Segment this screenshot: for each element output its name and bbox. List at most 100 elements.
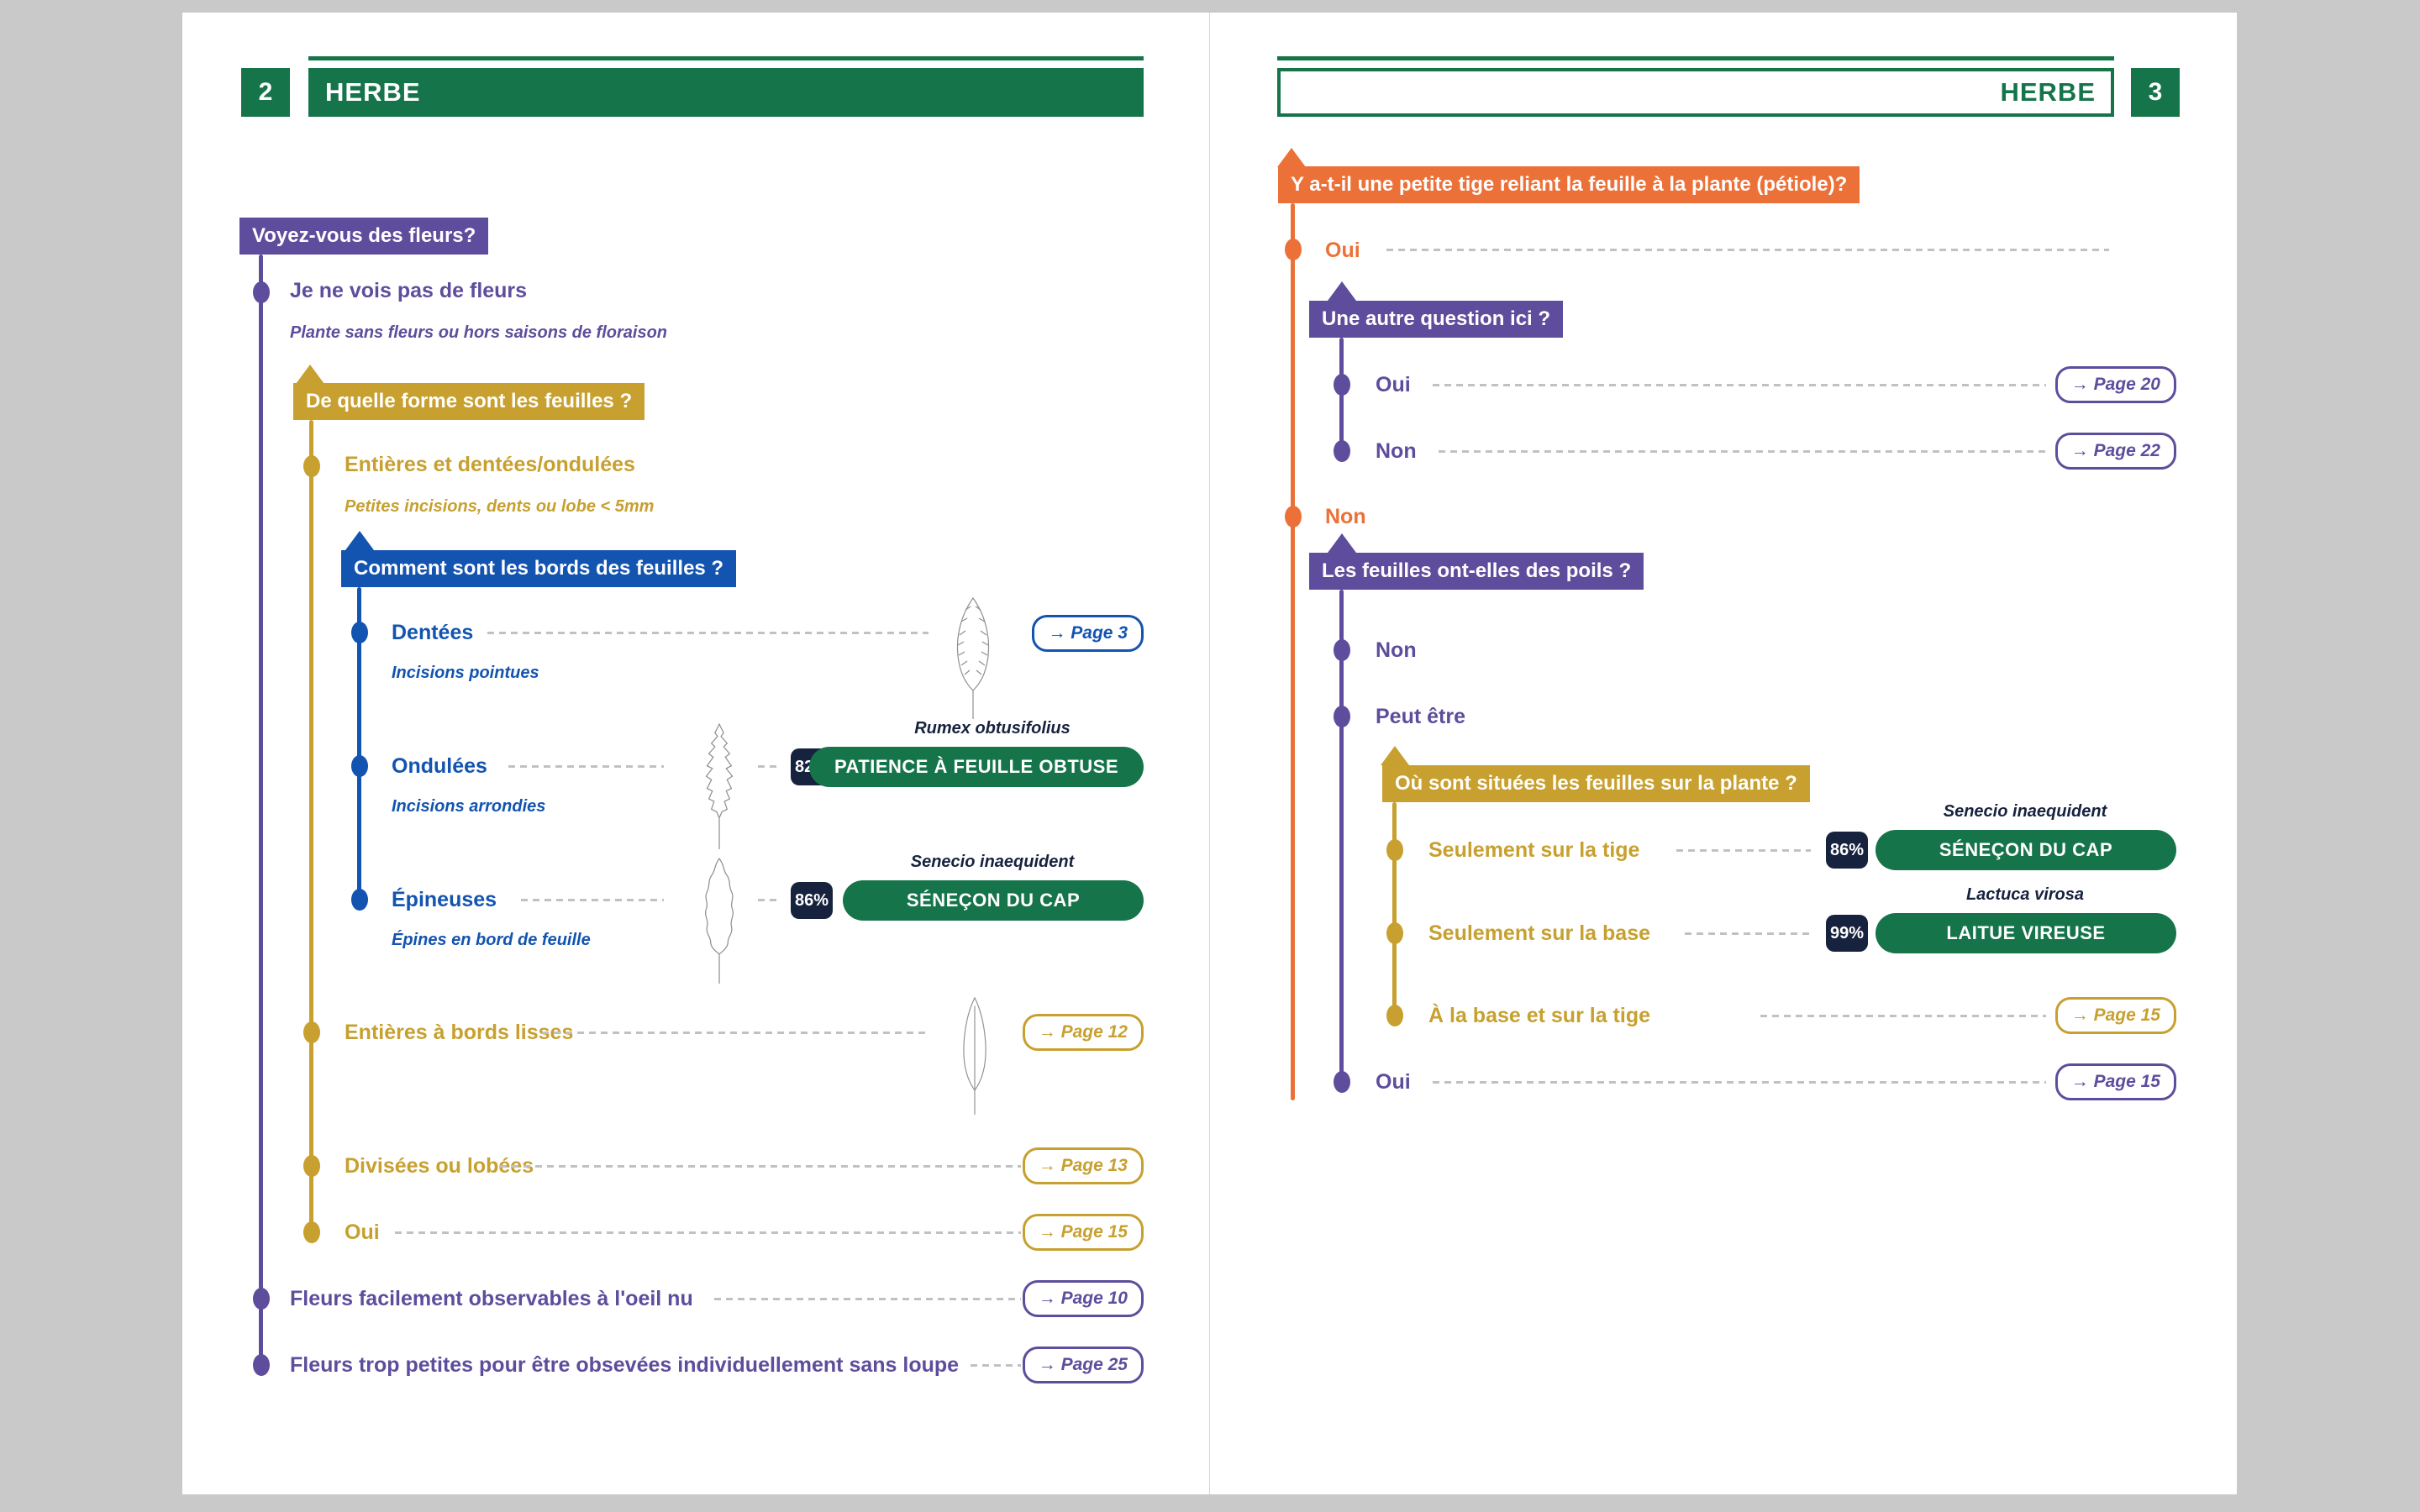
node-bullet <box>1285 239 1302 260</box>
page-ref-badge[interactable]: → Page 20 <box>2055 366 2176 403</box>
left-header-title: HERBE <box>325 77 421 108</box>
branch-line-gold-right <box>1392 802 1397 1016</box>
species-result-pill: PATIENCE À FEUILLE OBTUSE <box>809 747 1144 787</box>
dotted-connector <box>758 765 780 768</box>
node-bullet <box>303 1221 320 1243</box>
node-label: Oui <box>1376 372 1411 397</box>
node-bullet <box>253 1288 270 1310</box>
dotted-connector <box>714 1298 1021 1300</box>
node-bullet <box>1285 506 1302 528</box>
node-label: Non <box>1325 504 1366 529</box>
right-header-title: HERBE <box>2000 77 2096 108</box>
node-subtitle: Incisions arrondies <box>392 797 545 816</box>
question-petiole: Y a-t-il une petite tige reliant la feui… <box>1278 166 1860 203</box>
dotted-connector <box>1760 1015 2046 1017</box>
right-header-rule <box>1277 56 2114 60</box>
leaf-smooth-icon <box>948 995 1002 1116</box>
dotted-connector <box>487 632 929 634</box>
node-subtitle: Épines en bord de feuille <box>392 931 591 950</box>
node-bullet <box>351 622 368 643</box>
species-latin-name: Senecio inaequident <box>841 853 1144 872</box>
left-page-number: 2 <box>241 68 290 117</box>
node-bullet <box>1334 440 1350 462</box>
left-header-rule <box>308 56 1144 60</box>
dotted-connector <box>1386 249 2109 251</box>
dotted-connector <box>500 1165 1021 1168</box>
node-label: Non <box>1376 638 1417 663</box>
question-pointer <box>296 365 324 384</box>
node-label: Non <box>1376 438 1417 464</box>
match-percent-badge: 86% <box>791 882 833 919</box>
dotted-connector <box>508 765 664 768</box>
dotted-connector <box>1676 849 1811 852</box>
dotted-connector <box>1439 450 2046 453</box>
leaf-wavy-icon <box>689 721 750 851</box>
branch-line-purple-left <box>259 255 263 1365</box>
page-ref-badge[interactable]: → Page 25 <box>1023 1347 1144 1383</box>
question-pointer <box>1328 533 1356 553</box>
question-forme-feuilles: De quelle forme sont les feuilles ? <box>293 383 644 420</box>
species-latin-name: Senecio inaequident <box>1874 802 2176 822</box>
question-ou-feuilles: Où sont situées les feuilles sur la plan… <box>1382 765 1810 802</box>
branch-line-orange-right <box>1291 203 1295 1100</box>
species-result-pill: LAITUE VIREUSE <box>1876 913 2176 953</box>
node-label: Fleurs trop petites pour être obsevées i… <box>290 1352 959 1378</box>
node-bullet <box>351 755 368 777</box>
page-ref-badge[interactable]: → Page 12 <box>1023 1014 1144 1051</box>
match-percent-badge: 99% <box>1826 915 1868 952</box>
node-label: À la base et sur la tige <box>1428 1003 1650 1028</box>
species-result-pill: SÉNEÇON DU CAP <box>843 880 1144 921</box>
node-label: Peut être <box>1376 704 1465 729</box>
node-label: Ondulées <box>392 753 487 779</box>
leaf-serrated-icon <box>943 595 1003 721</box>
node-subtitle: Petites incisions, dents ou lobe < 5mm <box>345 497 654 517</box>
species-latin-name: Lactuca virosa <box>1874 885 2176 905</box>
page-ref-badge[interactable]: → Page 15 <box>1023 1214 1144 1251</box>
dotted-connector <box>758 899 780 901</box>
page-ref-badge[interactable]: → Page 15 <box>2055 1063 2176 1100</box>
species-result-pill: SÉNEÇON DU CAP <box>1876 830 2176 870</box>
question-voyez-fleurs: Voyez-vous des fleurs? <box>239 218 488 255</box>
node-label: Oui <box>1376 1069 1411 1095</box>
dotted-connector <box>1433 384 2046 386</box>
question-pointer <box>345 531 374 550</box>
node-label: Dentées <box>392 620 473 645</box>
node-label: Entières à bords lisses <box>345 1020 573 1045</box>
page-ref-badge[interactable]: → Page 22 <box>2055 433 2176 470</box>
node-label: Seulement sur la base <box>1428 921 1650 946</box>
branch-line-gold-left <box>309 420 313 1232</box>
node-bullet <box>1334 639 1350 661</box>
node-bullet <box>303 1155 320 1177</box>
page-ref-badge[interactable]: → Page 13 <box>1023 1147 1144 1184</box>
species-latin-name: Rumex obtusifolius <box>841 719 1144 738</box>
node-bullet <box>303 1021 320 1043</box>
question-pointer <box>1328 281 1356 301</box>
question-poils: Les feuilles ont-elles des poils ? <box>1309 553 1644 590</box>
node-label: Épineuses <box>392 887 497 912</box>
node-label: Oui <box>345 1220 380 1245</box>
node-bullet <box>351 889 368 911</box>
node-bullet <box>1386 839 1403 861</box>
node-bullet <box>253 281 270 303</box>
question-autre: Une autre question ici ? <box>1309 301 1563 338</box>
left-header-bar: HERBE <box>308 68 1144 117</box>
dotted-connector <box>542 1032 929 1034</box>
node-subtitle: Incisions pointues <box>392 664 539 683</box>
dotted-connector <box>971 1364 1021 1367</box>
page-ref-badge[interactable]: → Page 3 <box>1032 615 1144 652</box>
node-bullet <box>303 455 320 477</box>
question-pointer <box>1277 148 1306 167</box>
dotted-connector <box>521 899 664 901</box>
node-bullet <box>1334 706 1350 727</box>
node-label: Entières et dentées/ondulées <box>345 452 635 477</box>
book-spread: 2 HERBE Voyez-vous des fleurs? Je ne voi… <box>0 0 2420 1512</box>
branch-line-purple-right-2 <box>1339 590 1344 1082</box>
page-ref-badge[interactable]: → Page 15 <box>2055 997 2176 1034</box>
dotted-connector <box>1685 932 1811 935</box>
node-bullet <box>1386 1005 1403 1026</box>
dotted-connector <box>395 1231 1021 1234</box>
node-subtitle: Plante sans fleurs ou hors saisons de fl… <box>290 323 667 343</box>
node-bullet <box>253 1354 270 1376</box>
page-ref-badge[interactable]: → Page 10 <box>1023 1280 1144 1317</box>
match-percent-badge: 86% <box>1826 832 1868 869</box>
